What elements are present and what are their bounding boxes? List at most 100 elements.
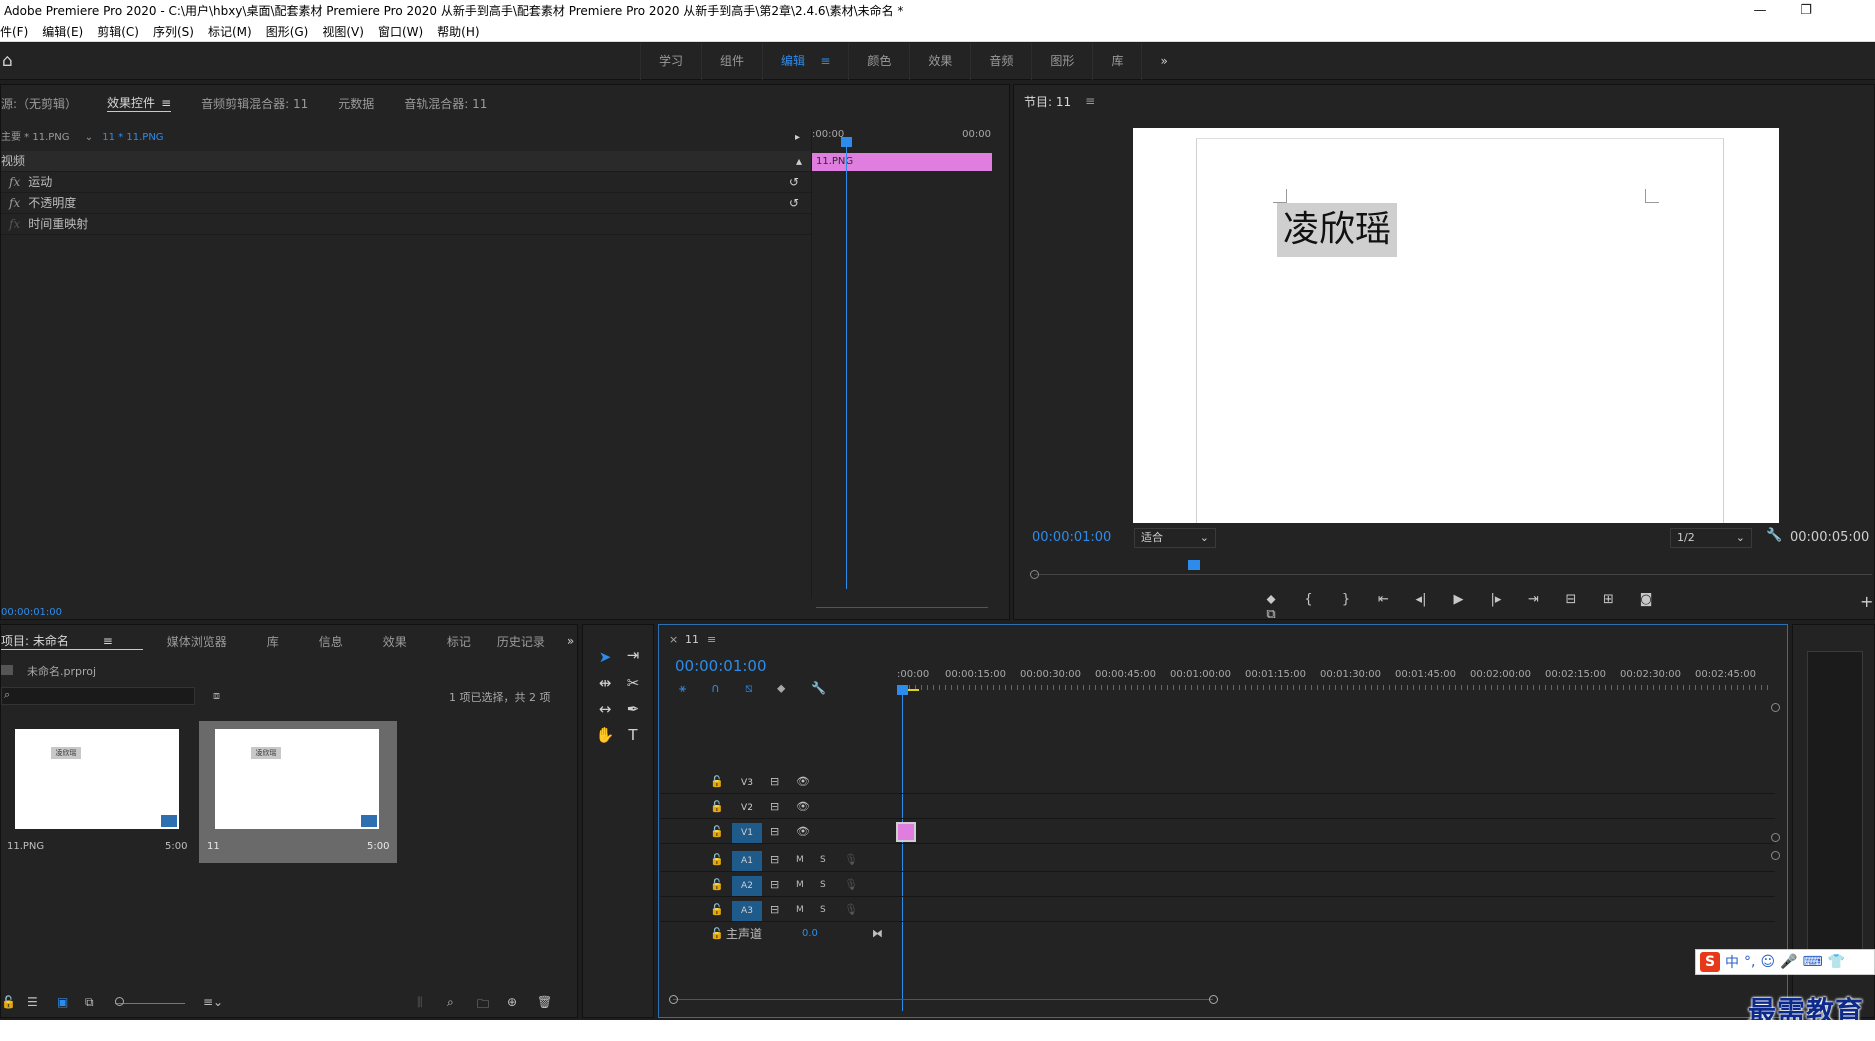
mark-in-icon[interactable]: { [1292, 592, 1326, 607]
program-timecode[interactable]: 00:00:01:00 [1032, 530, 1111, 545]
go-to-in-icon[interactable]: ⇤ [1367, 592, 1401, 607]
track-master[interactable]: 🔓 主声道 0.0 ⧓ [660, 922, 1775, 946]
insert-icon[interactable]: ⊟ [1554, 592, 1588, 607]
snap-icon[interactable]: ∩ [711, 681, 720, 695]
go-to-out-icon[interactable]: ⇥ [1517, 592, 1551, 607]
workspace-tab-libraries[interactable]: 库 [1092, 43, 1141, 80]
timeline-ruler[interactable]: :00:00 00:00:15:00 00:00:30:00 00:00:45:… [897, 669, 1777, 691]
track-label-v1[interactable]: V1 [732, 823, 762, 843]
fx-icon[interactable]: fx [9, 175, 20, 189]
track-label-a2[interactable]: A2 [732, 876, 762, 896]
tab-audio-track-mixer[interactable]: 音轨混合器: 11 [404, 95, 487, 112]
tab-history[interactable]: 历史记录 [497, 633, 545, 650]
eye-icon[interactable]: 👁 [796, 773, 810, 791]
tab-media-browser[interactable]: 媒体浏览器 [167, 633, 227, 650]
menu-edit[interactable]: 编辑(E) [42, 22, 83, 41]
collapse-icon[interactable]: ▴ [796, 151, 802, 172]
track-v1[interactable]: 🔓 V1 ⊟ 👁 [660, 820, 1775, 844]
skin-icon[interactable]: 👕 [1828, 954, 1845, 970]
lock-icon[interactable]: 🔓 [710, 876, 724, 894]
freeform-view-icon[interactable]: ⧉ [85, 995, 94, 1010]
chevron-down-icon[interactable]: ⌄ [85, 132, 93, 143]
ime-logo-icon[interactable]: S [1700, 952, 1720, 972]
menu-clip[interactable]: 剪辑(C) [97, 22, 139, 41]
type-tool-icon[interactable]: T [621, 723, 645, 747]
workspace-menu-icon[interactable]: ≡ [820, 54, 830, 68]
find-icon[interactable]: ⌕ [447, 995, 454, 1010]
hand-tool-icon[interactable]: ✋ [593, 723, 617, 747]
wrench-icon[interactable]: 🔧 [1766, 528, 1782, 543]
fit-dropdown[interactable]: 适合 ⌄ [1134, 528, 1216, 548]
close-tab-icon[interactable]: × [669, 633, 678, 646]
microphone-icon[interactable]: 🎤 [1780, 954, 1797, 970]
sync-lock-icon[interactable]: ⊟ [770, 876, 779, 894]
home-icon[interactable]: ⌂ [2, 52, 20, 70]
trash-icon[interactable]: 🗑 [537, 995, 552, 1009]
expand-arrow-icon[interactable]: ▸ [795, 129, 800, 147]
workspace-more-icon[interactable]: » [1141, 43, 1185, 80]
selection-tool-icon[interactable]: ➤ [593, 645, 617, 669]
sync-lock-icon[interactable]: ⊟ [770, 851, 779, 869]
tab-metadata[interactable]: 元数据 [338, 95, 374, 112]
fx-icon[interactable]: fx [9, 196, 20, 210]
nest-icon[interactable]: ⚹ [679, 681, 686, 696]
effect-row-motion[interactable]: fx 运动 ↺ [1, 172, 811, 193]
track-v2[interactable]: 🔓 V2 ⊟ 👁 [660, 795, 1775, 819]
tab-audio-clip-mixer[interactable]: 音频剪辑混合器: 11 [201, 95, 308, 112]
ime-language[interactable]: 中 [1725, 952, 1739, 972]
ime-toolbar[interactable]: S 中 °, ☺ 🎤 ⌨ 👕 [1695, 949, 1875, 975]
effect-controls-timecode[interactable]: 00:00:01:00 [1, 607, 62, 618]
timeline-clip[interactable] [896, 822, 916, 842]
panel-menu-icon[interactable]: ≡ [707, 633, 716, 646]
track-a3[interactable]: 🔓 A3 ⊟ M S 🎙 [660, 898, 1775, 922]
effect-row-time-remapping[interactable]: fx 时间重映射 [1, 214, 811, 235]
tab-libraries[interactable]: 库 [267, 633, 279, 650]
track-label-a1[interactable]: A1 [732, 851, 762, 871]
horizontal-scroll-handle[interactable] [1209, 995, 1218, 1004]
menu-file[interactable]: 件(F) [0, 22, 28, 41]
reset-icon[interactable]: ↺ [789, 193, 799, 214]
lock-icon[interactable]: 🔓 [1, 995, 16, 1009]
automate-icon[interactable]: ⫼ [417, 995, 423, 1010]
mini-timeline-scrollbar[interactable] [816, 607, 988, 608]
effect-row-opacity[interactable]: fx 不透明度 ↺ [1, 193, 811, 214]
menu-sequence[interactable]: 序列(S) [153, 22, 194, 41]
go-to-end-icon[interactable]: ⧓ [872, 925, 883, 943]
scrubber-left-handle[interactable] [1030, 570, 1039, 579]
list-view-icon[interactable]: ☰ [27, 995, 38, 1009]
tab-effects[interactable]: 效果 [383, 633, 407, 650]
scrubber-playhead[interactable] [1188, 560, 1200, 570]
resolution-dropdown[interactable]: 1/2 ⌄ [1670, 528, 1752, 548]
tab-source[interactable]: 源:（无剪辑） [1, 95, 77, 112]
solo-button[interactable]: S [820, 876, 826, 894]
keyboard-icon[interactable]: ⌨ [1803, 954, 1823, 970]
sync-lock-icon[interactable]: ⊟ [770, 823, 779, 841]
menu-graphics[interactable]: 图形(G) [266, 22, 309, 41]
play-icon[interactable]: ▶ [1442, 592, 1476, 607]
razor-tool-icon[interactable]: ✂ [621, 671, 645, 695]
panel-menu-icon[interactable]: ≡ [1085, 94, 1095, 108]
lock-icon[interactable]: 🔓 [710, 851, 724, 869]
track-label-a3[interactable]: A3 [732, 901, 762, 921]
new-bin-button-icon[interactable]: 🗀 [477, 995, 489, 1016]
vertical-scroll-handle[interactable] [1771, 703, 1780, 712]
workspace-tab-graphics[interactable]: 图形 [1031, 43, 1092, 80]
ime-punctuation[interactable]: °, [1744, 954, 1755, 970]
marker-icon[interactable]: ⬥ [1254, 592, 1288, 607]
ripple-edit-tool-icon[interactable]: ⇹ [593, 671, 617, 695]
mute-button[interactable]: M [796, 851, 804, 869]
timeline-tab[interactable]: 11 [685, 633, 699, 646]
mark-out-icon[interactable]: } [1329, 592, 1363, 607]
workspace-tab-audio[interactable]: 音频 [970, 43, 1031, 80]
timeline-timecode[interactable]: 00:00:01:00 [675, 657, 767, 675]
workspace-tab-editing[interactable]: 编辑 ≡ [762, 43, 848, 80]
menu-window[interactable]: 窗口(W) [378, 22, 423, 41]
workspace-tab-color[interactable]: 颜色 [848, 43, 909, 80]
mute-button[interactable]: M [796, 901, 804, 919]
icon-view-icon[interactable]: ▣ [57, 995, 68, 1009]
overwrite-icon[interactable]: ⊞ [1592, 592, 1626, 607]
program-scrubber[interactable] [1030, 560, 1875, 580]
sync-lock-icon[interactable]: ⊟ [770, 773, 779, 791]
mini-playhead-handle[interactable] [841, 137, 852, 147]
track-v3[interactable]: 🔓 V3 ⊟ 👁 [660, 770, 1775, 794]
